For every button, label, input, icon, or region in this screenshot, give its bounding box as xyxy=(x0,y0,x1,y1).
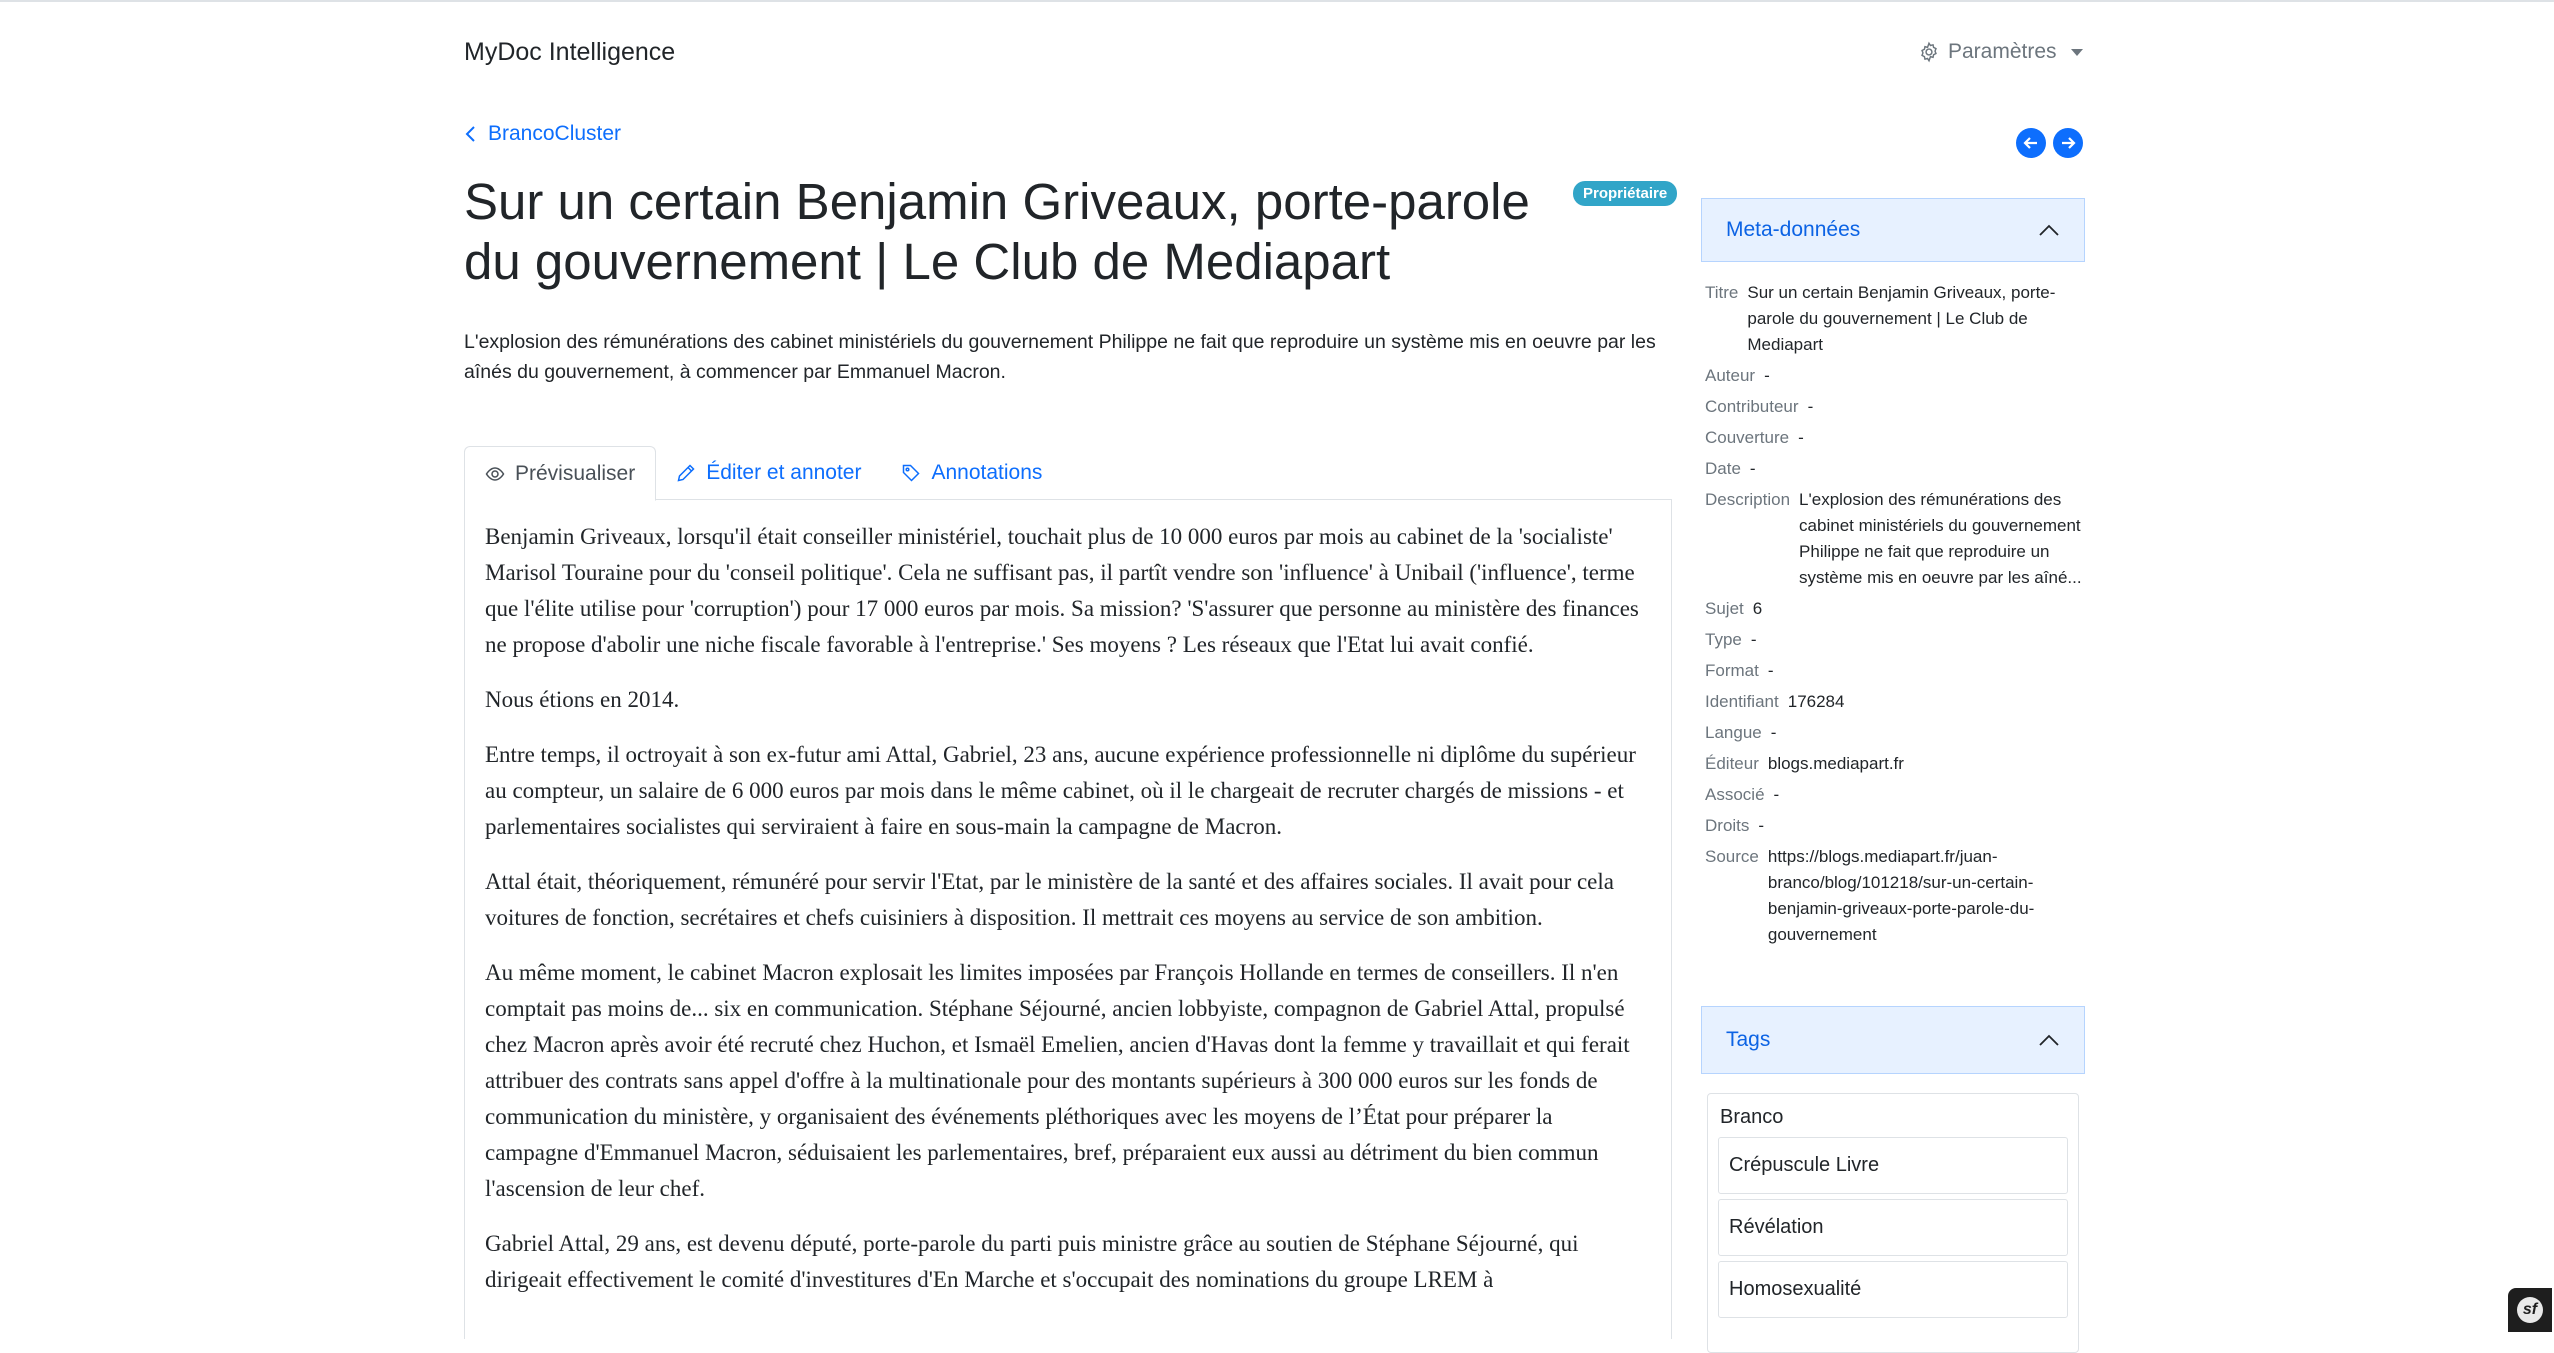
meta-value: 6 xyxy=(1752,599,1763,618)
tags-title: Tags xyxy=(1726,1028,1771,1051)
document-title: Sur un certain Benjamin Griveaux, porte-… xyxy=(464,173,1530,290)
content-paragraph: Nous étions en 2014. xyxy=(485,687,680,712)
tab-preview-label: Prévisualiser xyxy=(515,461,636,485)
content-paragraph: Au même moment, le cabinet Macron explos… xyxy=(485,960,1630,1201)
meta-key: Langue xyxy=(1705,723,1762,742)
meta-value[interactable]: https://blogs.mediapart.fr/juan-branco/b… xyxy=(1768,844,2083,948)
tag-item[interactable]: Homosexualité xyxy=(1718,1261,2068,1318)
content-paragraph: Attal était, théoriquement, rémunéré pou… xyxy=(485,869,1614,930)
arrow-right-icon xyxy=(2062,137,2076,149)
tab-edit-annotate[interactable]: Éditer et annoter xyxy=(656,446,881,500)
meta-key: Description xyxy=(1705,490,1791,509)
tag-item[interactable]: Révélation xyxy=(1718,1199,2068,1256)
gear-icon xyxy=(1921,41,1937,63)
meta-row-title: Titre Sur un certain Benjamin Griveaux, p… xyxy=(1705,280,2083,358)
chevron-left-icon xyxy=(465,126,475,142)
tab-edit-annotate-label: Éditer et annoter xyxy=(706,461,862,484)
meta-value: - xyxy=(1770,723,1777,742)
pencil-icon xyxy=(677,464,695,482)
content-paragraph: Benjamin Griveaux, lorsqu'il était conse… xyxy=(485,524,1639,657)
meta-value: L'explosion des rémunérations des cabine… xyxy=(1799,490,2082,587)
meta-key: Titre xyxy=(1705,283,1739,302)
meta-value: - xyxy=(1807,397,1814,416)
settings-label: Paramètres xyxy=(1948,40,2057,63)
meta-row-type: Type - xyxy=(1705,627,2083,653)
meta-key: Identifiant xyxy=(1705,692,1779,711)
meta-row-format: Format - xyxy=(1705,658,2083,684)
meta-value: - xyxy=(1773,785,1780,804)
meta-key: Droits xyxy=(1705,816,1750,835)
meta-key: Auteur xyxy=(1705,366,1756,385)
back-link-label: BrancoCluster xyxy=(488,122,622,145)
meta-value: - xyxy=(1750,630,1757,649)
meta-value: Sur un certain Benjamin Griveaux, porte-… xyxy=(1747,283,2056,354)
meta-key: Type xyxy=(1705,630,1742,649)
meta-row-author: Auteur - xyxy=(1705,363,2083,389)
tags-tree: Branco Crépuscule Livre Révélation Homos… xyxy=(1707,1093,2079,1353)
meta-key: Sujet xyxy=(1705,599,1744,618)
meta-row-description: Description L'explosion des rémunérations… xyxy=(1705,487,2083,591)
tags-accordion-header[interactable]: Tags xyxy=(1701,1006,2085,1074)
tab-annotations[interactable]: Annotations xyxy=(881,446,1062,500)
metadata-title: Meta-données xyxy=(1726,218,1861,241)
chevron-up-icon xyxy=(2039,1034,2059,1046)
tag-group-label[interactable]: Branco xyxy=(1718,1106,2068,1129)
meta-value: - xyxy=(1767,661,1774,680)
symfony-logo-icon: sf xyxy=(2517,1297,2543,1323)
chevron-up-icon xyxy=(2039,224,2059,236)
previous-document-button[interactable] xyxy=(2016,128,2046,158)
meta-key: Éditeur xyxy=(1705,754,1759,773)
meta-key: Format xyxy=(1705,661,1759,680)
document-summary: L'explosion des rémunérations des cabine… xyxy=(464,331,1656,383)
meta-row-rights: Droits - xyxy=(1705,813,2083,839)
meta-key: Contributeur xyxy=(1705,397,1799,416)
meta-key: Source xyxy=(1705,847,1759,866)
settings-dropdown[interactable]: Paramètres xyxy=(1918,40,2083,64)
meta-key: Associé xyxy=(1705,785,1765,804)
caret-down-icon xyxy=(2070,48,2083,56)
next-document-button[interactable] xyxy=(2053,128,2083,158)
meta-row-relation: Associé - xyxy=(1705,782,2083,808)
meta-row-coverage: Couverture - xyxy=(1705,425,2083,451)
content-paragraph: Gabriel Attal, 29 ans, est devenu député… xyxy=(485,1231,1579,1292)
meta-row-subject: Sujet 6 xyxy=(1705,596,2083,622)
meta-row-publisher: Éditeur blogs.mediapart.fr xyxy=(1705,751,2083,777)
meta-row-contributor: Contributeur - xyxy=(1705,394,2083,420)
tag-icon xyxy=(903,464,921,482)
owner-badge: Propriétaire xyxy=(1573,181,1678,206)
meta-key: Date xyxy=(1705,459,1741,478)
tab-preview[interactable]: Prévisualiser xyxy=(464,446,657,501)
metadata-list: Titre Sur un certain Benjamin Griveaux, p… xyxy=(1705,280,2083,953)
meta-value: blogs.mediapart.fr xyxy=(1767,754,1904,773)
document-tabs: Prévisualiser Éditer et annoter Annotati… xyxy=(464,446,1672,501)
meta-row-identifier: Identifiant 176284 xyxy=(1705,689,2083,715)
debug-toolbar-toggle[interactable]: sf xyxy=(2508,1288,2552,1332)
brand-name[interactable]: MyDoc Intelligence xyxy=(464,38,675,67)
meta-value: - xyxy=(1764,366,1770,385)
meta-value: - xyxy=(1798,428,1804,447)
meta-key: Couverture xyxy=(1705,428,1790,447)
tab-annotations-label: Annotations xyxy=(931,461,1043,484)
top-border xyxy=(0,0,2554,2)
meta-value: - xyxy=(1758,816,1765,835)
meta-value: 176284 xyxy=(1787,692,1845,711)
tag-item[interactable]: Crépuscule Livre xyxy=(1718,1137,2068,1194)
document-content: Benjamin Griveaux, lorsqu'il était conse… xyxy=(464,499,1672,1339)
content-paragraph: Entre temps, il octroyait à son ex-futur… xyxy=(485,742,1636,839)
meta-row-date: Date - xyxy=(1705,456,2083,482)
meta-row-language: Langue - xyxy=(1705,720,2083,746)
meta-row-source: Source https://blogs.mediapart.fr/juan-br… xyxy=(1705,844,2083,948)
arrow-left-icon xyxy=(2023,137,2037,149)
metadata-accordion-header[interactable]: Meta-données xyxy=(1701,198,2085,262)
eye-icon xyxy=(485,466,505,481)
back-link[interactable]: BrancoCluster xyxy=(464,122,621,146)
meta-value: - xyxy=(1749,459,1756,478)
